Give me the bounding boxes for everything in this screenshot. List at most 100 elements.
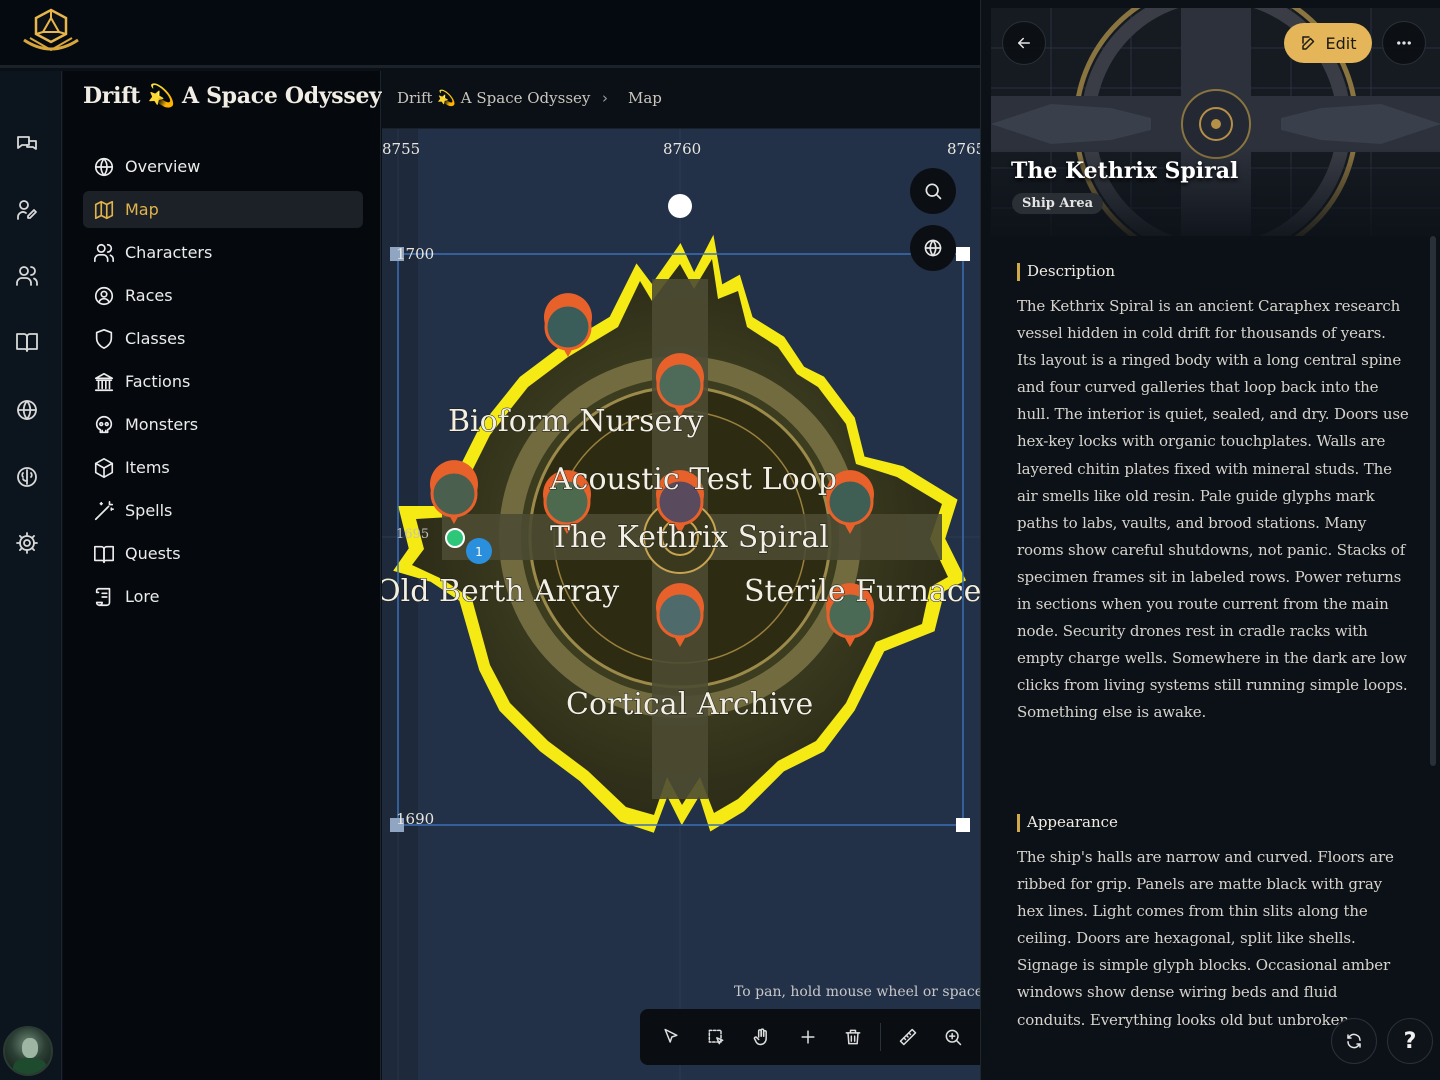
help-icon: ? <box>1403 1028 1417 1054</box>
detail-panel: The Kethrix Spiral Ship Area Edit Descri… <box>980 0 1440 1080</box>
add-tool[interactable] <box>789 1017 827 1057</box>
top-bar <box>0 0 980 68</box>
book-icon <box>94 545 114 563</box>
map-layers-button[interactable] <box>910 225 956 271</box>
more-horizontal-icon <box>1397 41 1411 45</box>
globe-icon[interactable] <box>12 395 42 425</box>
sidebar-nav: Overview Map Characters Races Classes Fa… <box>83 148 363 621</box>
sync-button[interactable] <box>1331 1018 1377 1064</box>
ruler-x-label: 8755 <box>382 140 421 158</box>
map-label-cortical-archive[interactable]: Cortical Archive <box>566 687 814 723</box>
edit-button[interactable]: Edit <box>1284 23 1372 63</box>
sidebar-item-overview[interactable]: Overview <box>83 148 363 185</box>
resize-handle-bottom-right[interactable] <box>956 818 970 832</box>
sidebar-item-races[interactable]: Races <box>83 277 363 314</box>
map-label-kethrix-spiral[interactable]: The Kethrix Spiral <box>550 520 830 556</box>
search-icon <box>925 183 942 200</box>
sidebar-item-label: Classes <box>125 329 186 348</box>
sidebar-item-label: Spells <box>125 501 173 520</box>
sidebar-item-items[interactable]: Items <box>83 449 363 486</box>
sidebar-item-quests[interactable]: Quests <box>83 535 363 572</box>
sidebar-item-label: Map <box>125 200 159 219</box>
appearance-heading: Appearance <box>1017 813 1118 832</box>
breadcrumb-separator: › <box>602 89 608 107</box>
map-label-old-berth-array[interactable]: Old Berth Array <box>382 574 620 610</box>
resize-handle-top-right[interactable] <box>956 247 970 261</box>
map-canvas[interactable]: 1 Bioform Nursery Acoustic Test Loop The… <box>382 129 980 1080</box>
book-icon[interactable] <box>12 327 42 357</box>
breadcrumb-current: Map <box>628 89 662 107</box>
refresh-icon <box>1347 1033 1361 1049</box>
map-label-bioform-nursery[interactable]: Bioform Nursery <box>448 404 705 440</box>
help-button[interactable]: ? <box>1387 1018 1433 1064</box>
map-label-sterile-furnace[interactable]: Sterile Furnace <box>744 574 981 610</box>
globe-icon <box>94 157 114 176</box>
map-pan-hint: To pan, hold mouse wheel or space bar <box>734 984 980 1000</box>
map-icon <box>94 200 114 219</box>
map-surface[interactable]: 1 Bioform Nursery Acoustic Test Loop The… <box>382 129 980 1080</box>
sidebar-item-lore[interactable]: Lore <box>83 578 363 615</box>
sidebar-item-label: Characters <box>125 243 213 262</box>
sidebar-item-label: Quests <box>125 544 181 563</box>
character-edit-icon[interactable] <box>12 195 42 225</box>
location-dot[interactable] <box>445 528 465 548</box>
sidebar-item-label: Monsters <box>125 415 199 434</box>
gear-icon[interactable] <box>12 528 42 558</box>
user-avatar[interactable] <box>3 1026 53 1076</box>
sidebar-item-label: Overview <box>125 157 201 176</box>
box-icon <box>94 457 114 478</box>
sidebar-item-characters[interactable]: Characters <box>83 234 363 271</box>
factions-icon <box>94 372 114 391</box>
appearance-text: The ship's halls are narrow and curved. … <box>1017 848 1394 1029</box>
rotate-handle[interactable] <box>668 194 692 218</box>
cluster-count: 1 <box>475 545 483 559</box>
toolbar-divider <box>879 1023 881 1051</box>
sidebar-item-label: Items <box>125 458 170 477</box>
sidebar-item-factions[interactable]: Factions <box>83 363 363 400</box>
ruler-x-label: 8760 <box>663 140 702 158</box>
characters-icon <box>94 243 114 262</box>
breadcrumb-project[interactable]: Drift 💫 A Space Odyssey <box>397 89 590 107</box>
arrow-left-icon <box>1018 37 1030 49</box>
skull-icon <box>95 415 113 433</box>
sidebar-item-monsters[interactable]: Monsters <box>83 406 363 443</box>
zoom-tool[interactable] <box>934 1017 972 1057</box>
panel-scrollbar[interactable] <box>1430 236 1436 766</box>
project-title[interactable]: Drift 💫 A Space Odyssey <box>83 83 382 109</box>
sidebar-item-classes[interactable]: Classes <box>83 320 363 357</box>
app-logo-icon[interactable] <box>20 8 82 56</box>
sidebar-item-label: Lore <box>125 587 160 606</box>
shield-icon <box>95 328 113 349</box>
sidebar-item-spells[interactable]: Spells <box>83 492 363 529</box>
description-heading: Description <box>1017 262 1115 281</box>
zoom-icon <box>945 1029 962 1046</box>
description-text: The Kethrix Spiral is an ancient Caraphe… <box>1017 297 1409 722</box>
sidebar: Drift 💫 A Space Odyssey Overview Map Cha… <box>63 71 382 1080</box>
select-tool[interactable] <box>652 1017 690 1057</box>
sidebar-item-label: Factions <box>125 372 191 391</box>
hero-image: The Kethrix Spiral Ship Area <box>991 8 1440 236</box>
edit-button-label: Edit <box>1325 33 1357 53</box>
map-label-acoustic-test-loop[interactable]: Acoustic Test Loop <box>549 462 838 498</box>
marquee-icon <box>708 1029 724 1045</box>
marquee-tool[interactable] <box>698 1017 736 1057</box>
ruler-icon <box>899 1028 916 1046</box>
chat-icon[interactable] <box>12 129 42 159</box>
ruler-y-label: 1695 <box>396 527 430 542</box>
users-icon[interactable] <box>12 261 42 291</box>
wand-icon <box>94 500 114 520</box>
measure-tool[interactable] <box>889 1017 927 1057</box>
more-options-button[interactable] <box>1382 21 1426 65</box>
panel-title: The Kethrix Spiral <box>1011 158 1239 184</box>
brain-icon[interactable] <box>12 462 42 492</box>
sidebar-item-map[interactable]: Map <box>83 191 363 228</box>
pan-tool[interactable] <box>743 1017 781 1057</box>
ruler-x-label: 8765 <box>947 140 980 158</box>
plus-icon <box>800 1030 815 1044</box>
delete-tool[interactable] <box>834 1017 872 1057</box>
back-button[interactable] <box>1002 21 1046 65</box>
map-search-button[interactable] <box>910 168 956 214</box>
select-icon <box>664 1028 678 1043</box>
hand-icon <box>753 1028 767 1046</box>
races-icon <box>94 286 114 305</box>
